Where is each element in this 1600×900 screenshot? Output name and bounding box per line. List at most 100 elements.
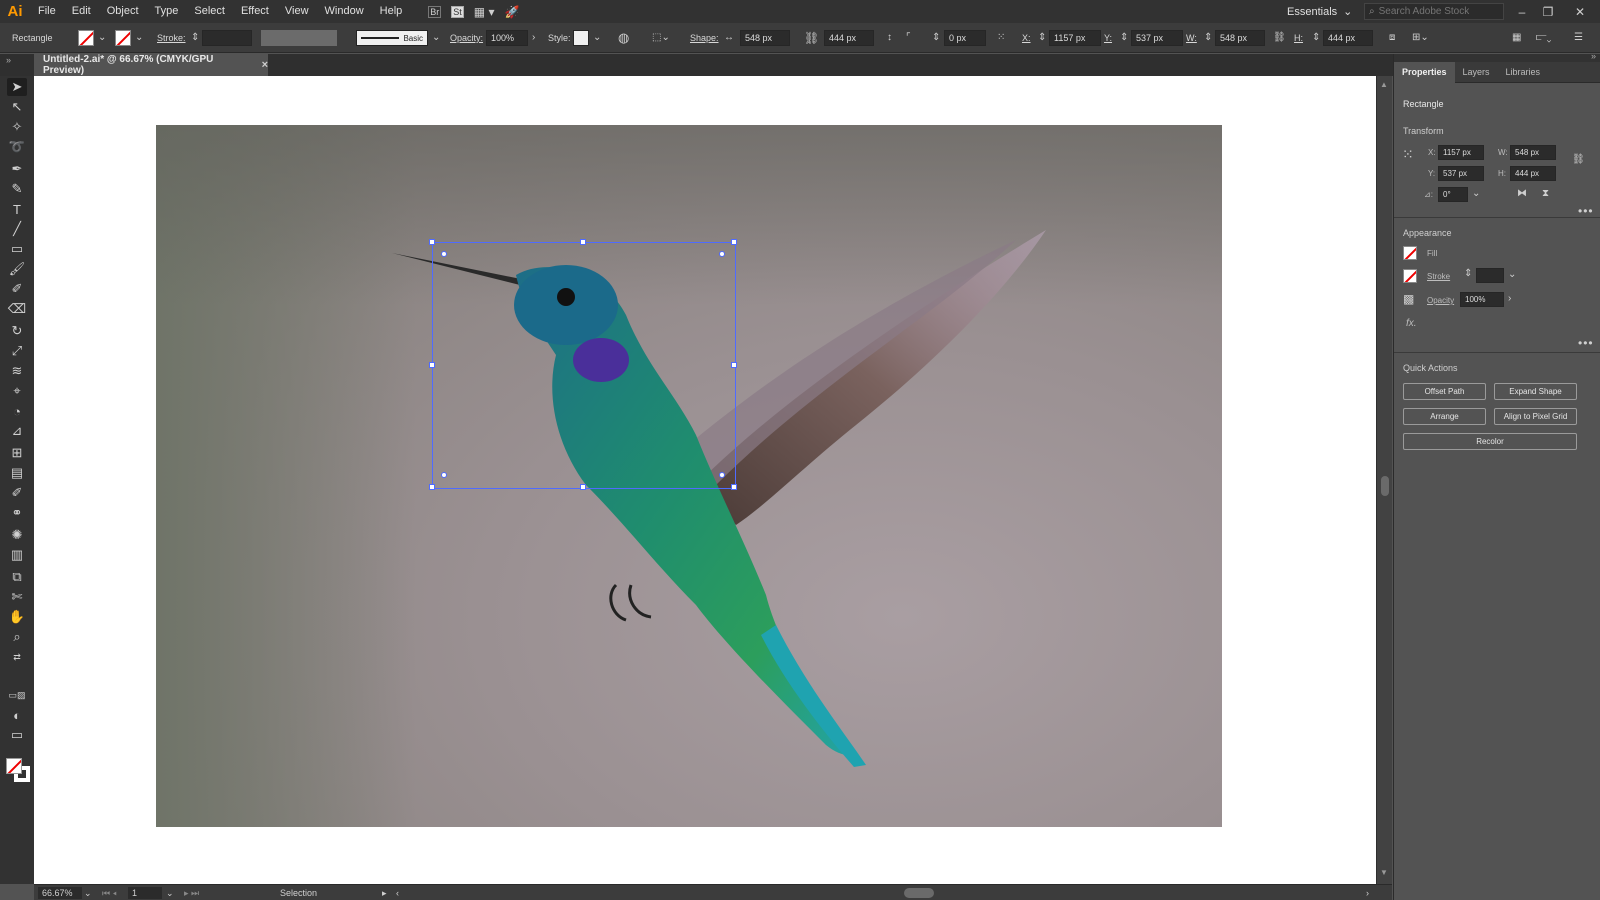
restore-icon[interactable]: ❐ [1536,0,1560,23]
swap-fill-stroke-icon[interactable]: ⇄ [7,648,27,666]
artboard-next-last-icons[interactable]: ▸ ⏭ [184,885,199,900]
control-shape-width[interactable]: 548 px [740,30,790,46]
control-w-input[interactable]: 548 px [1215,30,1265,46]
chevron-down-icon[interactable]: ⌄ [432,23,440,53]
corner-type-icon[interactable]: ⌜ [906,23,911,53]
transform-y-input[interactable]: 537 px [1438,166,1484,181]
canvas-area[interactable] [34,76,1376,884]
offset-path-button[interactable]: Offset Path [1403,383,1486,400]
collapse-panel-icon[interactable]: » [1591,51,1596,61]
control-stroke-swatch[interactable] [115,30,131,46]
close-window-icon[interactable]: ✕ [1568,0,1592,23]
chevron-down-icon[interactable]: ⌄ [1508,269,1516,280]
menu-icon[interactable]: ☰ [1574,23,1583,53]
control-w-label[interactable]: W: [1186,23,1197,53]
tab-properties[interactable]: Properties [1394,61,1455,83]
tab-libraries[interactable]: Libraries [1498,62,1549,83]
resize-handle-ne[interactable] [731,239,737,245]
workspace-switcher[interactable]: Essentials ⌄ [1287,0,1352,23]
resize-handle-n[interactable] [580,239,586,245]
paintbrush-tool-icon[interactable]: 🖌 [7,260,27,278]
horizontal-scroll-thumb[interactable] [904,888,934,898]
recolor-button[interactable]: Recolor [1403,433,1577,450]
color-mode-icons[interactable]: ▭▨ [7,686,27,704]
resize-handle-nw[interactable] [429,239,435,245]
gradient-tool-icon[interactable]: ▤ [7,464,27,482]
shape-builder-tool-icon[interactable]: ◔ [7,402,27,420]
isolate-icon[interactable]: ⊞⌄ [1412,23,1429,53]
zoom-tool-icon[interactable]: ⌕ [7,628,27,646]
close-icon[interactable]: × [262,59,268,71]
control-shape-height[interactable]: 444 px [824,30,874,46]
scroll-up-icon[interactable]: ▲ [1380,80,1388,89]
selected-rectangle[interactable] [429,239,737,490]
transform-angle-input[interactable]: 0° [1438,187,1468,202]
control-style-swatch[interactable] [573,30,589,46]
pen-tool-icon[interactable]: ✒ [7,160,27,178]
control-y-input[interactable]: 537 px [1131,30,1183,46]
resize-handle-sw[interactable] [429,484,435,490]
chevron-down-icon[interactable]: ⌄ [98,23,106,53]
control-opacity-input[interactable]: 100% [486,30,528,46]
control-opacity-label[interactable]: Opacity: [450,23,483,53]
slice-tool-icon[interactable]: ✄ [7,588,27,606]
fill-stroke-widget[interactable] [6,758,30,782]
stock-icon[interactable]: St [451,5,464,18]
collapse-toolbar-icon[interactable]: » [6,55,11,65]
minimize-icon[interactable]: – [1510,0,1534,23]
screen-mode-icon[interactable]: ▭ [7,726,27,744]
flip-vertical-icon[interactable]: ⧗ [1542,188,1549,199]
appearance-opacity-label[interactable]: Opacity [1427,296,1454,305]
chevron-down-icon[interactable]: ⌄ [166,885,174,900]
transform-w-input[interactable]: 548 px [1510,145,1556,160]
chevron-down-icon[interactable]: ⌄ [84,885,92,900]
document-tab[interactable]: Untitled-2.ai* @ 66.67% (CMYK/GPU Previe… [34,54,268,76]
graph-tool-icon[interactable]: ▥ [7,546,27,564]
tab-layers[interactable]: Layers [1455,62,1498,83]
stepper-icon[interactable]: ⇕ [1464,268,1472,279]
menu-help[interactable]: Help [372,0,411,23]
control-shape-label[interactable]: Shape: [690,23,719,53]
appearance-stroke-swatch[interactable] [1403,269,1417,283]
artboard-tool-icon[interactable]: ⧉ [7,568,27,586]
appearance-fill-swatch[interactable] [1403,246,1417,260]
chevron-right-icon[interactable]: › [532,23,535,53]
zoom-level[interactable]: 66.67% [38,887,82,899]
align-panel-icon[interactable]: ⫍⌄ [1536,23,1551,53]
corner-widget[interactable] [441,472,447,478]
control-brush-definition[interactable]: Basic [356,30,428,46]
recolor-globe-icon[interactable]: ◍ [618,23,629,53]
reference-point-icon[interactable]: ⁙ [997,23,1005,53]
control-fill-swatch[interactable] [78,30,94,46]
gpu-performance-icon[interactable]: 🚀 [505,5,520,19]
corner-widget[interactable] [441,251,447,257]
resize-handle-s[interactable] [580,484,586,490]
eyedropper-tool-icon[interactable]: ✐ [7,484,27,502]
control-x-input[interactable]: 1157 px [1049,30,1101,46]
reference-point-icon[interactable]: ⁙ [1402,146,1414,163]
stepper-icon[interactable]: ⇕ [1120,23,1128,53]
constrain-proportions-icon[interactable]: ⛓ [1572,154,1585,165]
resize-handle-w[interactable] [429,362,435,368]
vertical-scrollbar[interactable]: ▲ ▼ [1376,76,1392,884]
stepper-icon[interactable]: ⇕ [191,23,199,53]
control-x-label[interactable]: X: [1022,23,1031,53]
align-to-pixel-grid-button[interactable]: Align to Pixel Grid [1494,408,1577,425]
symbol-sprayer-tool-icon[interactable]: ✺ [7,526,27,544]
menu-type[interactable]: Type [147,0,187,23]
menu-view[interactable]: View [277,0,317,23]
hand-tool-icon[interactable]: ✋ [7,608,27,626]
corner-widget[interactable] [719,251,725,257]
stepper-icon[interactable]: ⇕ [932,23,940,53]
menu-file[interactable]: File [30,0,64,23]
status-menu-arrow-icon[interactable]: ▸ [382,885,387,900]
free-transform-tool-icon[interactable]: ⌖ [7,382,27,400]
arrange-panels-icon[interactable]: ▦ [1512,23,1521,53]
stepper-icon[interactable]: ⇕ [1204,23,1212,53]
rectangle-tool-icon[interactable]: ▭ [7,240,27,258]
menu-window[interactable]: Window [317,0,372,23]
chevron-right-icon[interactable]: › [1508,293,1511,304]
corner-widget[interactable] [719,472,725,478]
line-tool-icon[interactable]: ╱ [7,220,27,238]
arrange-button[interactable]: Arrange [1403,408,1486,425]
